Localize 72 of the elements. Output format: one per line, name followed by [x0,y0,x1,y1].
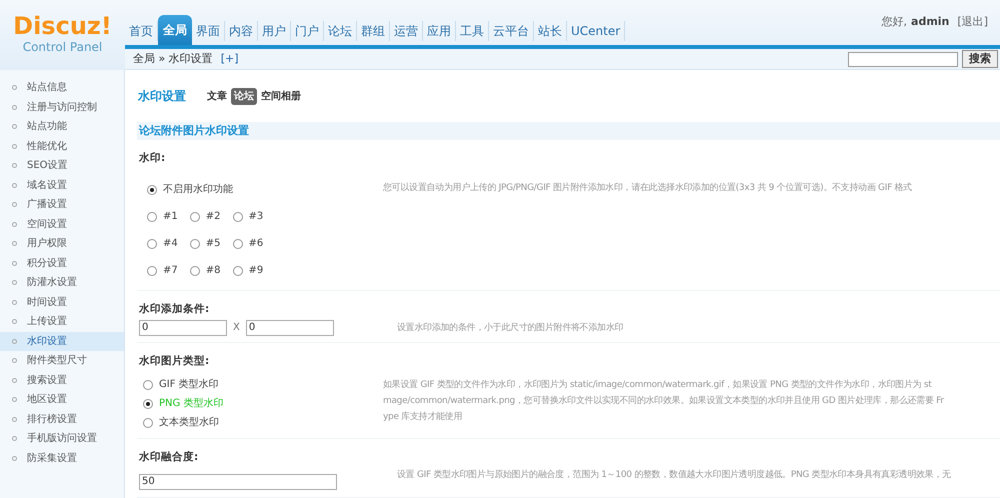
radio-option[interactable]: GIF 类型水印 [143,377,219,392]
sidebar-item[interactable]: 时间设置 [0,292,124,312]
search-field[interactable] [848,52,958,66]
sidebar-item[interactable]: 站点信息 [0,78,124,98]
search-button[interactable]: 搜索 [962,50,998,68]
sidebar-item[interactable]: 防灌水设置 [0,273,124,292]
radio-option[interactable]: #1 [147,209,178,224]
sidebar-item[interactable]: 水印设置 [0,332,124,351]
setting-label: 水印添加条件: [138,302,210,317]
sidebar-item[interactable]: 手机版访问设置 [0,429,124,448]
nav-tab[interactable]: 论坛 [324,21,357,41]
radio-option[interactable]: 文本类型水印 [143,415,219,430]
subtab[interactable]: 空间相册 [259,88,303,104]
radio-option[interactable]: #9 [232,263,264,278]
sidebar-item[interactable]: 注册与访问控制 [0,98,124,117]
nav-tab[interactable]: 用户 [258,21,291,41]
add-shortcut-link[interactable]: [+] [220,50,239,68]
sidebar-item[interactable]: 站点功能 [0,117,124,136]
nav-tab[interactable]: 云平台 [489,21,534,41]
nav-tab[interactable]: 工具 [456,21,489,41]
breadcrumb-text: 全局 » 水印设置 [133,50,213,67]
subtab[interactable]: 文章 [205,88,229,104]
sidebar-item[interactable]: 域名设置 [0,176,124,195]
description-text: ype 库支持才能使用 [383,410,464,424]
user-name: admin [911,14,950,30]
logout-link[interactable]: [退出] [957,14,988,31]
sidebar-item[interactable]: 空间设置 [0,214,124,234]
sidebar-item[interactable]: 性能优化 [0,136,124,156]
width-input[interactable]: 0 [139,320,227,336]
sidebar-item[interactable]: 用户权限 [0,234,124,254]
nav-tab[interactable]: 运营 [390,21,423,41]
nav-tab[interactable]: 应用 [423,21,456,41]
radio-option[interactable]: #2 [190,209,220,224]
sidebar-item[interactable]: 广播设置 [0,195,124,214]
sidebar-item[interactable]: 上传设置 [0,312,124,332]
value-input[interactable]: 50 [139,474,337,490]
description-text: 设置 GIF 类型水印图片与原始图片的融合度，范围为 1～100 的整数，数值越大水印图片透明度越低。PNG 类型水印本身具有真彩透明效果，无 [397,468,952,482]
radio-option[interactable]: #4 [147,236,178,251]
radio-option[interactable]: 不启用水印功能 [147,182,233,197]
description-text: 设置水印添加的条件，小于此尺寸的图片附件将不添加水印 [397,322,624,335]
nav-tab[interactable]: 内容 [225,21,258,41]
sidebar-item[interactable]: SEO设置 [0,156,124,176]
sidebar-item[interactable]: 地区设置 [0,390,124,410]
sidebar-item[interactable]: 积分设置 [0,254,124,273]
nav-tab[interactable]: 群组 [357,21,390,41]
radio-option[interactable]: #8 [190,263,220,278]
sidebar-item[interactable]: 附件类型尺寸 [0,351,124,370]
subtab[interactable]: 论坛 [231,88,257,104]
description-text: mage/common/watermark.png，您可替换水印文件以实现不同的水印效果。如果设置文本类型的水印并且使用 GD 图片处理库，那么还需要 Fr [383,394,945,408]
nav-tab[interactable]: 站长 [534,21,567,41]
nav-tab[interactable]: UCenter [567,21,626,41]
setting-label: 水印融合度: [138,450,198,465]
sidebar-item[interactable]: 防采集设置 [0,448,124,468]
height-input[interactable]: 0 [246,320,334,336]
nav-tab[interactable]: 界面 [192,21,225,41]
greeting-text: 您好, [882,14,908,30]
setting-label: 水印图片类型: [138,354,210,369]
radio-option[interactable]: #5 [190,236,220,251]
section-title: 论坛附件图片水印设置 [139,122,249,139]
logo-subtitle: Control Panel [22,41,102,53]
page-title: 水印设置 [138,88,186,105]
radio-option[interactable]: #6 [232,236,264,251]
times-sign: X [233,321,240,335]
nav-tab[interactable]: 门户 [291,21,324,41]
sidebar-item[interactable]: 排行榜设置 [0,410,124,429]
radio-option[interactable]: #7 [147,263,178,278]
logo-wordmark: Discuz! [13,14,112,38]
description-text: 您可以设置自动为用户上传的 JPG/PNG/GIF 图片附件添加水印，请在此选择水印添加的位置(3x3 共 9 个位置可选)。不支持动画 GIF 格式 [383,182,913,195]
setting-label: 水印: [138,151,166,166]
radio-option[interactable]: #3 [232,209,264,224]
description-text: 如果设置 GIF 类型的文件作为水印，水印图片为 static/image/common/watermark.gif，如果设置 PNG 类型的文件作为水印，水印图片为 st [383,378,932,392]
sidebar-item[interactable]: 搜索设置 [0,370,124,390]
